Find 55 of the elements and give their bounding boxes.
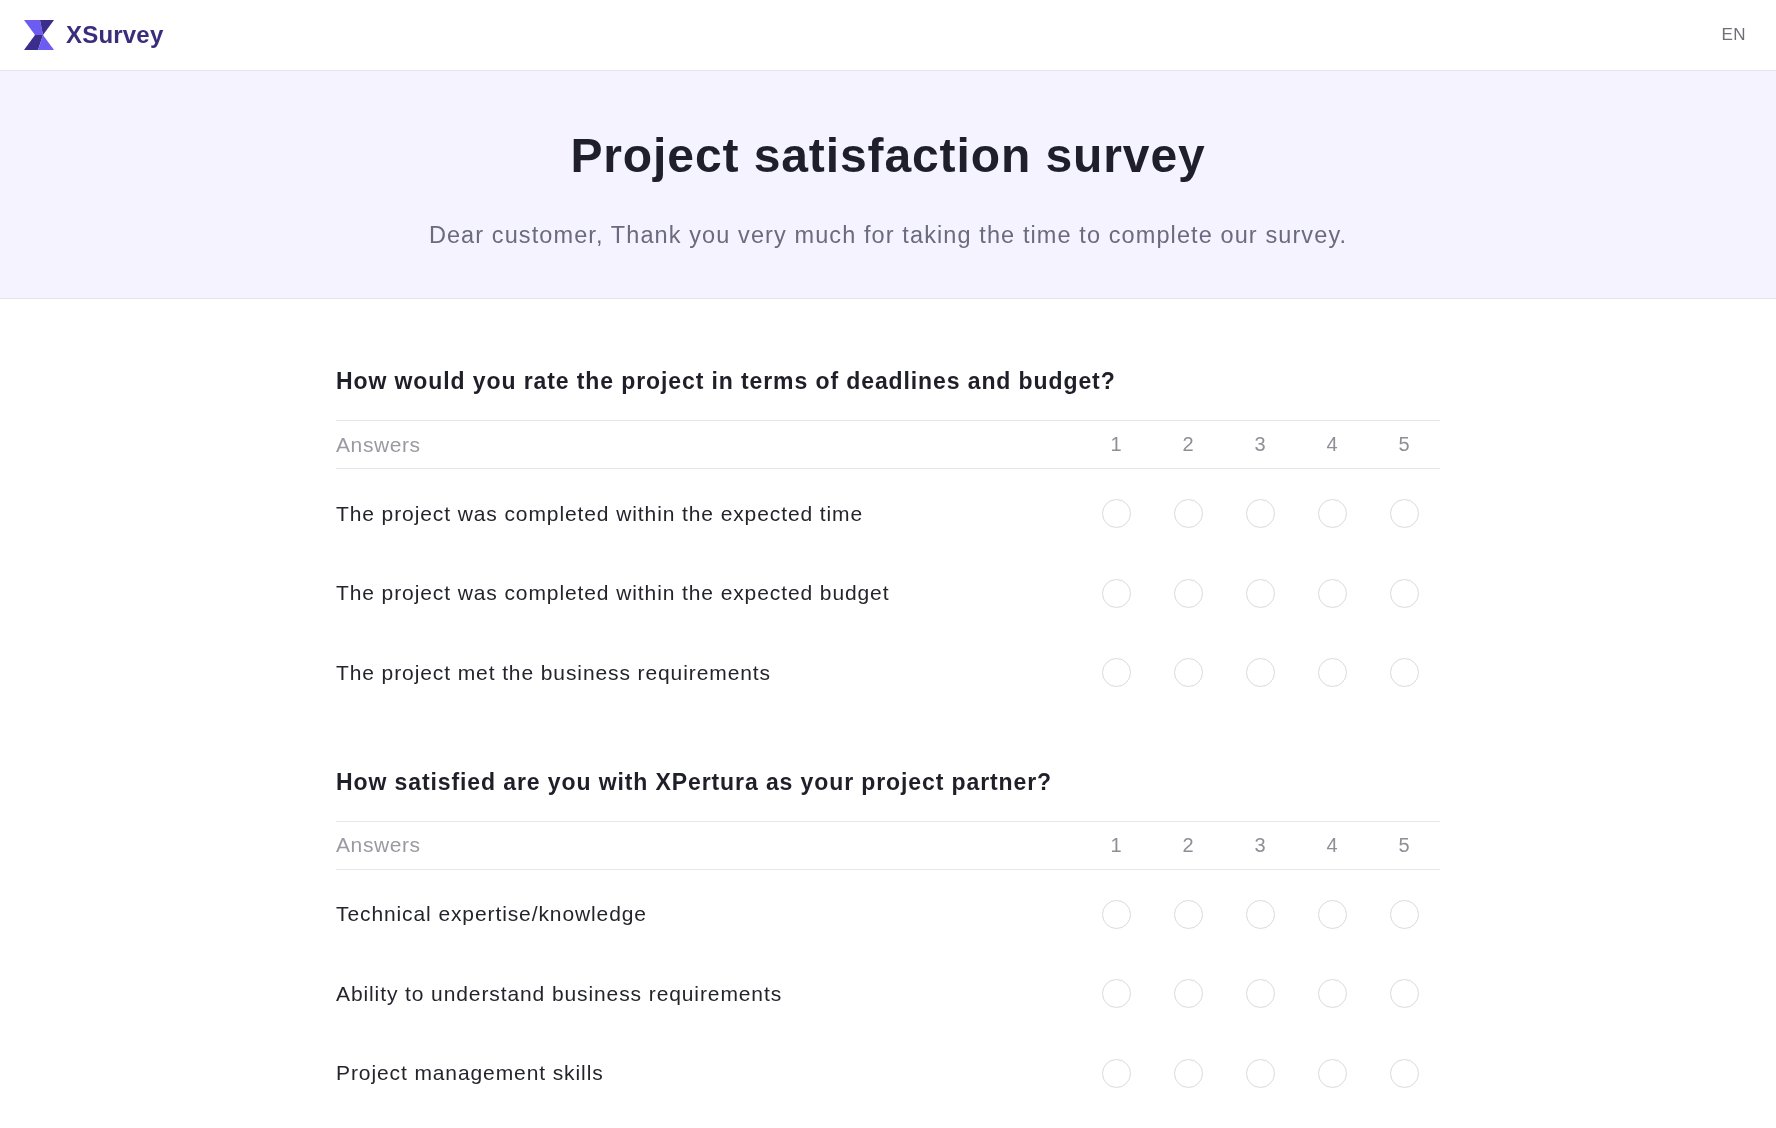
radio-button[interactable] xyxy=(1173,578,1203,608)
radio-button[interactable] xyxy=(1101,1058,1131,1088)
radio-button[interactable] xyxy=(1317,979,1347,1009)
scale-label: 3 xyxy=(1253,433,1267,456)
question-title: How satisfied are you with XPertura as your project partner? xyxy=(336,767,1054,797)
radio-button[interactable] xyxy=(1245,499,1275,529)
radio-button[interactable] xyxy=(1389,499,1419,529)
statement-label: Ability to understand business requirements xyxy=(336,981,784,1006)
radio-button[interactable] xyxy=(1245,1058,1275,1088)
scale-label: 2 xyxy=(1181,833,1195,857)
radio-button[interactable] xyxy=(1173,499,1203,529)
statement-label: Technical expertise/knowledge xyxy=(336,902,648,927)
radio-button[interactable] xyxy=(1173,899,1203,929)
radio-button[interactable] xyxy=(1389,658,1419,688)
radio-button[interactable] xyxy=(1389,979,1419,1009)
radio-button[interactable] xyxy=(1101,979,1131,1009)
radio-button[interactable] xyxy=(1101,658,1131,688)
scale-label: 1 xyxy=(1109,433,1123,456)
radio-button[interactable] xyxy=(1389,578,1419,608)
question-title: How would you rate the project in terms of deadlines and budget? xyxy=(336,367,1117,396)
survey-intro: Dear customer, Thank you very much for taking the time to complete our survey. xyxy=(428,221,1348,250)
radio-button[interactable] xyxy=(1317,658,1347,688)
statement-label: The project was completed within the expected time xyxy=(336,501,865,526)
scale-label: 4 xyxy=(1325,833,1339,857)
radio-button[interactable] xyxy=(1101,499,1131,529)
radio-button[interactable] xyxy=(1317,899,1347,929)
scale-label: 2 xyxy=(1181,433,1195,456)
radio-button[interactable] xyxy=(1389,899,1419,929)
radio-button[interactable] xyxy=(1173,979,1203,1009)
brand-name: XSurvey xyxy=(66,21,164,49)
radio-button[interactable] xyxy=(1245,578,1275,608)
radio-button[interactable] xyxy=(1317,499,1347,529)
scale-label: 5 xyxy=(1397,833,1411,857)
survey-title: Project satisfaction survey xyxy=(570,128,1206,184)
logo-icon xyxy=(24,20,54,50)
radio-button[interactable] xyxy=(1173,1058,1203,1088)
answers-heading: Answers xyxy=(336,833,422,857)
scale-label: 5 xyxy=(1397,433,1411,456)
radio-button[interactable] xyxy=(1389,1058,1419,1088)
scale-label: 4 xyxy=(1325,433,1339,456)
radio-button[interactable] xyxy=(1245,899,1275,929)
statement-label: The project was completed within the expected budget xyxy=(336,581,891,606)
answers-heading: Answers xyxy=(336,432,422,457)
radio-button[interactable] xyxy=(1245,658,1275,688)
radio-button[interactable] xyxy=(1317,578,1347,608)
radio-button[interactable] xyxy=(1317,1058,1347,1088)
statement-label: The project met the business requirements xyxy=(336,660,772,685)
radio-button[interactable] xyxy=(1101,899,1131,929)
radio-button[interactable] xyxy=(1173,658,1203,688)
scale-label: 1 xyxy=(1109,833,1123,857)
radio-button[interactable] xyxy=(1101,578,1131,608)
scale-label: 3 xyxy=(1253,833,1267,857)
radio-button[interactable] xyxy=(1245,979,1275,1009)
language-button[interactable]: EN xyxy=(1717,23,1750,47)
statement-label: Project management skills xyxy=(336,1061,605,1086)
